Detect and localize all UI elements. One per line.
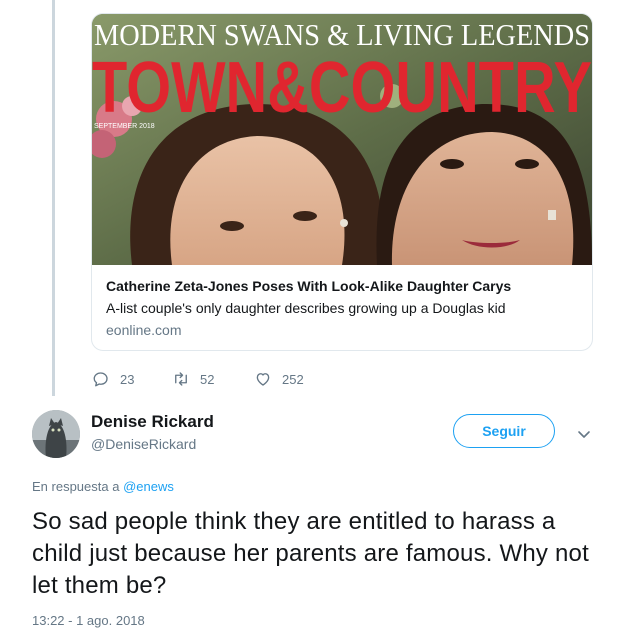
- card-description: A-list couple's only daughter describes …: [106, 300, 506, 316]
- tweet-actions: 23 52 252: [92, 370, 304, 388]
- avatar[interactable]: [32, 410, 80, 458]
- reply-icon: [93, 372, 108, 387]
- magazine-masthead: TOWN&COUNTRY: [92, 48, 592, 128]
- tweet-text: So sad people think they are entitled to…: [32, 508, 589, 599]
- card-image[interactable]: MODERN SWANS & LIVING LEGENDS TOWN&COUNT…: [92, 14, 592, 265]
- retweet-icon: [175, 372, 187, 386]
- card-title[interactable]: Catherine Zeta-Jones Poses With Look-Ali…: [106, 277, 578, 295]
- reply-button[interactable]: 23: [92, 370, 172, 388]
- user-name[interactable]: Denise Rickard: [91, 412, 214, 432]
- in-reply-to-label: En respuesta a: [32, 479, 120, 494]
- card-domain: eonline.com: [106, 322, 182, 338]
- in-reply-to-handle[interactable]: @enews: [123, 479, 174, 494]
- retweet-count: 52: [200, 371, 215, 387]
- user-handle[interactable]: @DeniseRickard: [91, 436, 196, 452]
- chevron-down-icon[interactable]: [576, 426, 592, 442]
- thread-line: [52, 0, 55, 396]
- magazine-issue: SEPTEMBER 2018: [94, 123, 155, 130]
- heart-icon: [256, 373, 270, 386]
- magazine-tagline: MODERN SWANS & LIVING LEGENDS: [94, 17, 590, 52]
- retweet-button[interactable]: 52: [172, 370, 254, 388]
- like-count: 252: [282, 371, 304, 387]
- link-preview-card[interactable]: MODERN SWANS & LIVING LEGENDS TOWN&COUNT…: [91, 13, 593, 351]
- like-button[interactable]: 252: [254, 370, 304, 388]
- in-reply-to: En respuesta a @enews: [32, 479, 174, 494]
- reply-count: 23: [120, 371, 135, 387]
- tweet-timestamp[interactable]: 13:22 - 1 ago. 2018: [32, 613, 145, 628]
- follow-button[interactable]: Seguir: [453, 414, 555, 448]
